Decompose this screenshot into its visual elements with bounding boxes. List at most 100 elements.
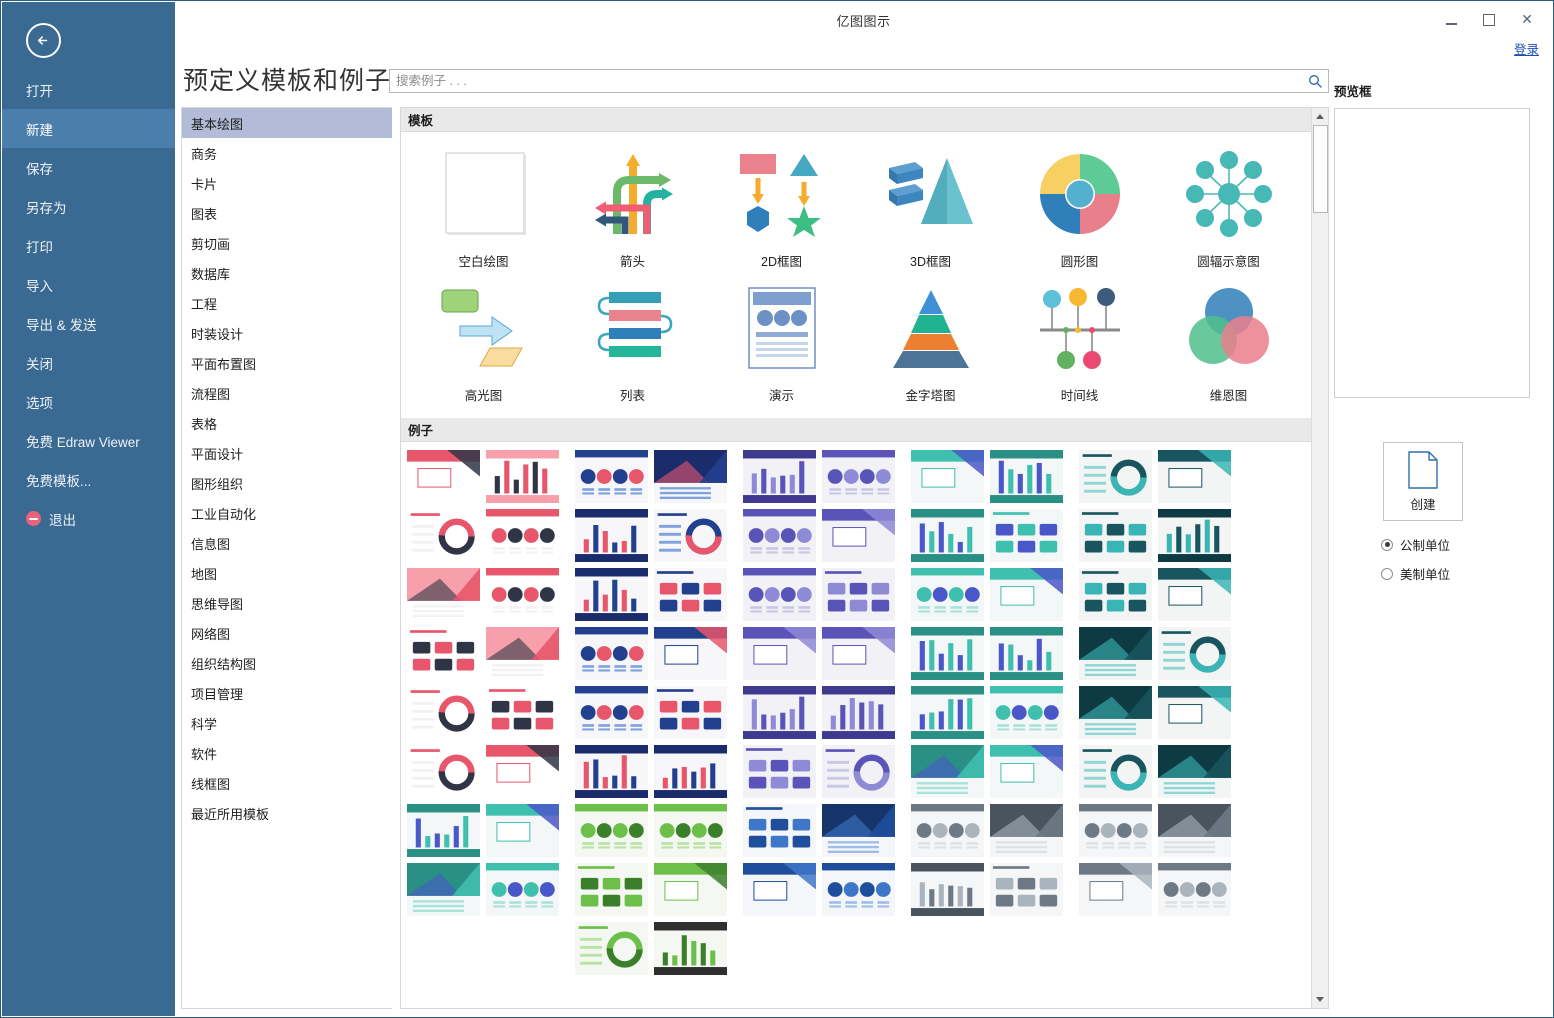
category-item[interactable]: 数据库 [182,258,392,288]
scroll-down-button[interactable] [1312,991,1328,1008]
sidebar-item-exit[interactable]: 退出 [2,499,175,538]
category-item[interactable]: 组织结构图 [182,648,392,678]
sidebar-item-free-templates[interactable]: 免费模板... [2,460,175,499]
example-thumbnail[interactable] [911,686,984,739]
example-thumbnail[interactable] [486,745,559,798]
example-thumbnail[interactable] [1158,568,1231,621]
template-card[interactable]: 时间线 [1005,280,1154,404]
category-item[interactable]: 网络图 [182,618,392,648]
unit-option-metric[interactable]: 公制单位 [1381,535,1552,554]
example-thumbnail[interactable] [486,804,559,857]
category-item[interactable]: 图形组织 [182,468,392,498]
example-thumbnail[interactable] [407,627,480,680]
example-thumbnail[interactable] [654,568,727,621]
sidebar-item-open[interactable]: 打开 [2,70,175,109]
category-item[interactable]: 图表 [182,198,392,228]
example-thumbnail[interactable] [407,509,480,562]
category-item[interactable]: 平面布置图 [182,348,392,378]
category-item[interactable]: 项目管理 [182,678,392,708]
template-card[interactable]: 圆形图 [1005,146,1154,270]
example-thumbnail[interactable] [1079,568,1152,621]
example-thumbnail[interactable] [486,627,559,680]
example-thumbnail[interactable] [407,863,480,916]
category-item[interactable]: 流程图 [182,378,392,408]
example-thumbnail[interactable] [743,450,816,503]
example-thumbnail[interactable] [822,450,895,503]
template-card[interactable]: 3D框图 [856,146,1005,270]
example-thumbnail[interactable] [990,745,1063,798]
back-arrow-icon[interactable] [26,23,61,58]
example-thumbnail[interactable] [407,450,480,503]
sidebar-item-export-send[interactable]: 导出 & 发送 [2,304,175,343]
sidebar-item-close[interactable]: 关闭 [2,343,175,382]
sidebar-item-edraw-viewer[interactable]: 免费 Edraw Viewer [2,421,175,460]
example-thumbnail[interactable] [743,804,816,857]
category-item[interactable]: 地图 [182,558,392,588]
example-thumbnail[interactable] [486,509,559,562]
template-card[interactable]: 维恩图 [1154,280,1303,404]
example-thumbnail[interactable] [990,450,1063,503]
example-thumbnail[interactable] [911,804,984,857]
example-thumbnail[interactable] [990,568,1063,621]
example-thumbnail[interactable] [911,627,984,680]
category-item[interactable]: 卡片 [182,168,392,198]
sidebar-item-options[interactable]: 选项 [2,382,175,421]
example-thumbnail[interactable] [1158,804,1231,857]
example-thumbnail[interactable] [1079,627,1152,680]
example-thumbnail[interactable] [486,686,559,739]
example-thumbnail[interactable] [1158,863,1231,916]
sidebar-item-import[interactable]: 导入 [2,265,175,304]
template-card[interactable]: 2D框图 [707,146,856,270]
sidebar-item-save-as[interactable]: 另存为 [2,187,175,226]
example-thumbnail[interactable] [575,745,648,798]
example-thumbnail[interactable] [911,863,984,916]
example-thumbnail[interactable] [486,863,559,916]
example-thumbnail[interactable] [822,627,895,680]
close-button[interactable]: ✕ [1512,7,1542,33]
example-thumbnail[interactable] [911,450,984,503]
example-thumbnail[interactable] [822,509,895,562]
example-thumbnail[interactable] [990,804,1063,857]
example-thumbnail[interactable] [822,863,895,916]
example-thumbnail[interactable] [486,450,559,503]
sidebar-item-new[interactable]: 新建 [2,109,175,148]
example-thumbnail[interactable] [575,568,648,621]
category-item[interactable]: 信息图 [182,528,392,558]
example-thumbnail[interactable] [575,804,648,857]
example-thumbnail[interactable] [822,568,895,621]
template-card[interactable]: 空白绘图 [409,146,558,270]
example-thumbnail[interactable] [654,627,727,680]
scrollbar-thumb[interactable] [1313,125,1328,213]
example-thumbnail[interactable] [575,509,648,562]
example-thumbnail[interactable] [654,450,727,503]
example-thumbnail[interactable] [1158,745,1231,798]
category-item[interactable]: 思维导图 [182,588,392,618]
sidebar-item-save[interactable]: 保存 [2,148,175,187]
unit-option-imperial[interactable]: 美制单位 [1381,564,1552,583]
example-thumbnail[interactable] [575,686,648,739]
example-thumbnail[interactable] [990,509,1063,562]
search-input[interactable] [390,74,1302,88]
template-card[interactable]: 箭头 [558,146,707,270]
example-thumbnail[interactable] [1158,509,1231,562]
category-item[interactable]: 工程 [182,288,392,318]
example-thumbnail[interactable] [486,568,559,621]
example-thumbnail[interactable] [743,863,816,916]
example-thumbnail[interactable] [407,568,480,621]
category-item[interactable]: 最近所用模板 [182,798,392,828]
example-thumbnail[interactable] [575,627,648,680]
login-link[interactable]: 登录 [1514,39,1539,58]
example-thumbnail[interactable] [822,804,895,857]
example-thumbnail[interactable] [1158,450,1231,503]
example-thumbnail[interactable] [654,509,727,562]
category-item[interactable]: 软件 [182,738,392,768]
example-thumbnail[interactable] [654,863,727,916]
category-item[interactable]: 剪切画 [182,228,392,258]
example-thumbnail[interactable] [990,863,1063,916]
search-icon[interactable] [1302,74,1328,88]
category-item[interactable]: 科学 [182,708,392,738]
template-card[interactable]: 金字塔图 [856,280,1005,404]
category-item[interactable]: 表格 [182,408,392,438]
example-thumbnail[interactable] [654,686,727,739]
category-item[interactable]: 线框图 [182,768,392,798]
